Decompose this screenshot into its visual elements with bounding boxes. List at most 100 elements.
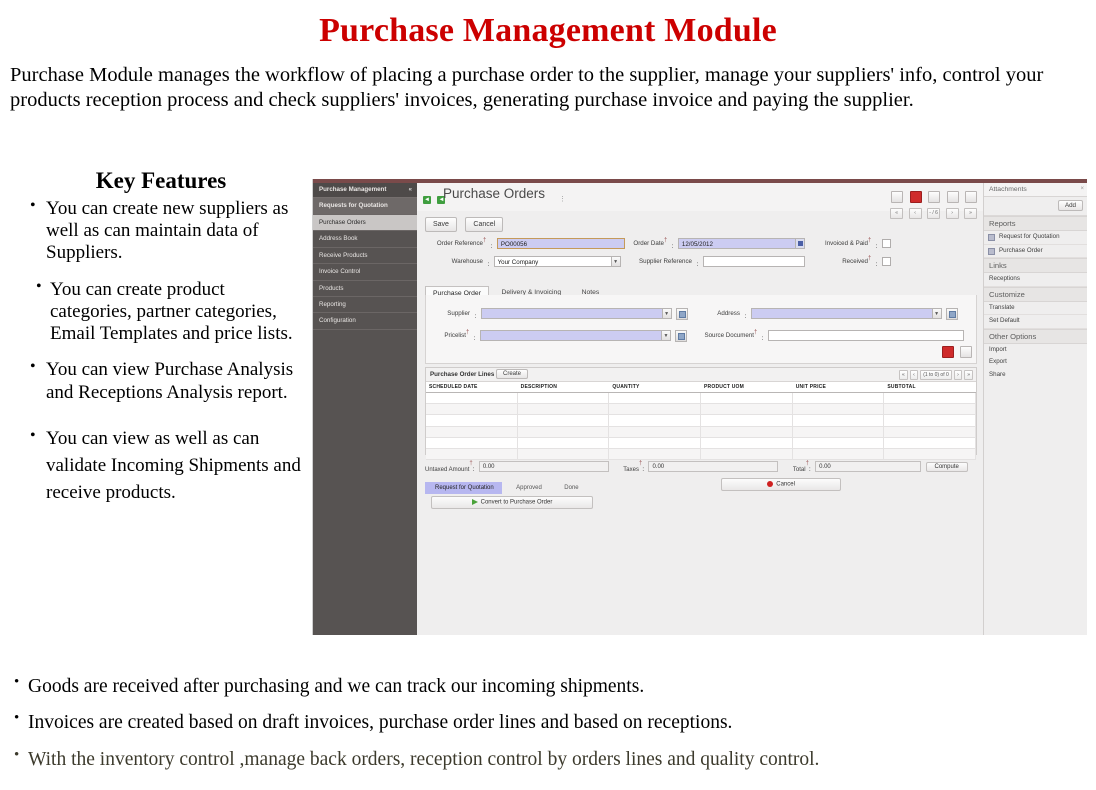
- close-icon[interactable]: ×: [1080, 183, 1084, 196]
- chevron-down-icon[interactable]: ▼: [662, 308, 672, 320]
- report-request-for-quotation[interactable]: Request for Quotation: [984, 231, 1087, 245]
- table-row[interactable]: [426, 393, 977, 405]
- list-item: You can create new suppliers as well as …: [30, 197, 306, 265]
- sidebar-item-invoice-control[interactable]: Invoice Control: [313, 264, 417, 281]
- table-row[interactable]: [426, 415, 977, 427]
- required-mark: †: [664, 237, 668, 244]
- section-other-options: Other Options: [984, 328, 1087, 344]
- next-record-button[interactable]: ›: [945, 208, 959, 220]
- received-row: Received† :: [827, 253, 891, 268]
- convert-to-purchase-order-button[interactable]: Convert to Purchase Order: [431, 496, 593, 510]
- required-mark: †: [868, 237, 872, 244]
- pricelist-input[interactable]: [479, 330, 662, 342]
- chevron-left-icon[interactable]: «: [409, 183, 412, 197]
- calendar-view-icon[interactable]: [928, 190, 941, 203]
- next-page-button[interactable]: ›: [954, 370, 962, 380]
- record-pager: « ‹ - / 6 › »: [889, 205, 977, 223]
- lines-column-headers: SCHEDULED DATE DESCRIPTION QUANTITY PROD…: [426, 382, 976, 393]
- report-purchase-order[interactable]: Purchase Order: [984, 245, 1087, 258]
- list-view-icon[interactable]: [891, 190, 904, 203]
- attachments-header: Attachments ×: [984, 183, 1087, 197]
- table-row[interactable]: [426, 426, 977, 438]
- warehouse-select[interactable]: Your Company: [493, 256, 612, 268]
- cancel-button[interactable]: Cancel: [465, 217, 504, 232]
- purchase-order-lines: Purchase Order Lines Create « ‹ (1 to 0)…: [425, 367, 977, 461]
- option-export[interactable]: Export: [984, 356, 1087, 369]
- prev-page-button[interactable]: ‹: [910, 370, 918, 380]
- sidebar-item-requests-for-quotation[interactable]: Requests for Quotation: [313, 198, 417, 215]
- table-row[interactable]: [426, 437, 977, 449]
- order-reference-input[interactable]: PO00056: [496, 238, 625, 250]
- purchase-order-tab-panel: Supplier : ▼ Pricelist† : ▼ Address : ▼: [425, 295, 977, 364]
- pricelist-open-icon[interactable]: [675, 329, 688, 342]
- chevron-down-icon[interactable]: ▼: [932, 308, 942, 320]
- first-page-button[interactable]: «: [898, 370, 908, 380]
- lines-page-counter: (1 to 0) of 0: [920, 370, 952, 380]
- received-checkbox[interactable]: [881, 257, 891, 267]
- address-open-icon[interactable]: [946, 307, 959, 320]
- supplier-label: Supplier: [447, 310, 470, 318]
- source-document-input[interactable]: [767, 330, 964, 342]
- sidebar-header-label: Purchase Management: [319, 186, 387, 193]
- list-item: You can create product categories, partn…: [36, 278, 306, 346]
- add-attachment-button[interactable]: Add: [1057, 200, 1083, 211]
- total-label: Total: [792, 467, 806, 473]
- taxes-value: 0.00: [648, 461, 779, 473]
- last-record-button[interactable]: »: [964, 208, 977, 220]
- key-features-list: You can create new suppliers as well as …: [0, 197, 312, 507]
- untaxed-amount-label: Untaxed Amount: [425, 467, 470, 473]
- cancel-order-label: Cancel: [776, 482, 795, 489]
- address-row: Address : ▼: [698, 305, 959, 320]
- link-receptions[interactable]: Receptions: [984, 273, 1087, 287]
- list-item: You can view as well as can validate Inc…: [30, 425, 306, 507]
- back-arrow-icon[interactable]: ◄: [423, 195, 431, 204]
- section-customize: Customize: [984, 286, 1087, 302]
- column-subtotal: SUBTOTAL: [887, 384, 916, 390]
- chevron-down-icon[interactable]: ▼: [661, 330, 671, 342]
- status-done[interactable]: Done: [554, 482, 586, 494]
- status-badge[interactable]: Request for Quotation: [425, 482, 502, 494]
- order-reference-label: Order Reference: [436, 240, 483, 248]
- table-row[interactable]: [426, 404, 977, 416]
- supplier-reference-input[interactable]: [702, 256, 805, 268]
- invoiced-paid-checkbox[interactable]: [881, 239, 891, 249]
- chevron-down-icon[interactable]: ▼: [611, 256, 621, 268]
- page-title: Purchase Management Module: [319, 12, 777, 49]
- required-mark: †: [469, 460, 473, 467]
- sidebar-item-purchase-orders[interactable]: Purchase Orders: [313, 215, 417, 232]
- source-document-row: Source Document† :: [698, 327, 964, 342]
- sidebar-item-receive-products[interactable]: Receive Products: [313, 248, 417, 265]
- options-icon[interactable]: [960, 345, 972, 358]
- arrow-right-icon: [471, 499, 478, 506]
- sidebar-item-products[interactable]: Products: [313, 281, 417, 297]
- status-approved[interactable]: Approved: [506, 482, 550, 494]
- graph-view-icon[interactable]: [946, 190, 959, 203]
- address-input[interactable]: [750, 308, 933, 320]
- option-share[interactable]: Share: [984, 369, 1087, 382]
- order-date-input[interactable]: 12/05/2012: [677, 238, 796, 250]
- supplier-open-icon[interactable]: [676, 307, 689, 320]
- customize-set-default[interactable]: Set Default: [984, 315, 1087, 329]
- delete-line-icon[interactable]: [941, 345, 954, 358]
- convert-label: Convert to Purchase Order: [480, 500, 553, 507]
- supplier-input[interactable]: [480, 308, 663, 320]
- sidebar-item-address-book[interactable]: Address Book: [313, 231, 417, 248]
- prev-record-button[interactable]: ‹: [908, 208, 922, 220]
- required-mark: †: [466, 329, 470, 336]
- cancel-order-button[interactable]: Cancel: [721, 478, 842, 492]
- create-line-button[interactable]: Create: [496, 369, 529, 379]
- sidebar-item-reporting[interactable]: Reporting: [313, 297, 417, 314]
- sidebar-item-configuration[interactable]: Configuration: [313, 313, 417, 330]
- intro-paragraph: Purchase Module manages the workflow of …: [10, 64, 1044, 112]
- compute-button[interactable]: Compute: [925, 461, 968, 472]
- option-import[interactable]: Import: [984, 344, 1087, 357]
- calendar-icon[interactable]: [795, 238, 805, 250]
- form-view-icon[interactable]: [909, 190, 922, 203]
- last-page-button[interactable]: »: [964, 370, 973, 380]
- gantt-view-icon[interactable]: [965, 190, 977, 203]
- first-record-button[interactable]: «: [890, 208, 904, 220]
- status-bar: Request for Quotation Approved Done Canc…: [425, 476, 975, 510]
- save-button[interactable]: Save: [425, 217, 457, 232]
- customize-translate[interactable]: Translate: [984, 302, 1087, 315]
- view-title: Purchase Orders: [443, 186, 546, 201]
